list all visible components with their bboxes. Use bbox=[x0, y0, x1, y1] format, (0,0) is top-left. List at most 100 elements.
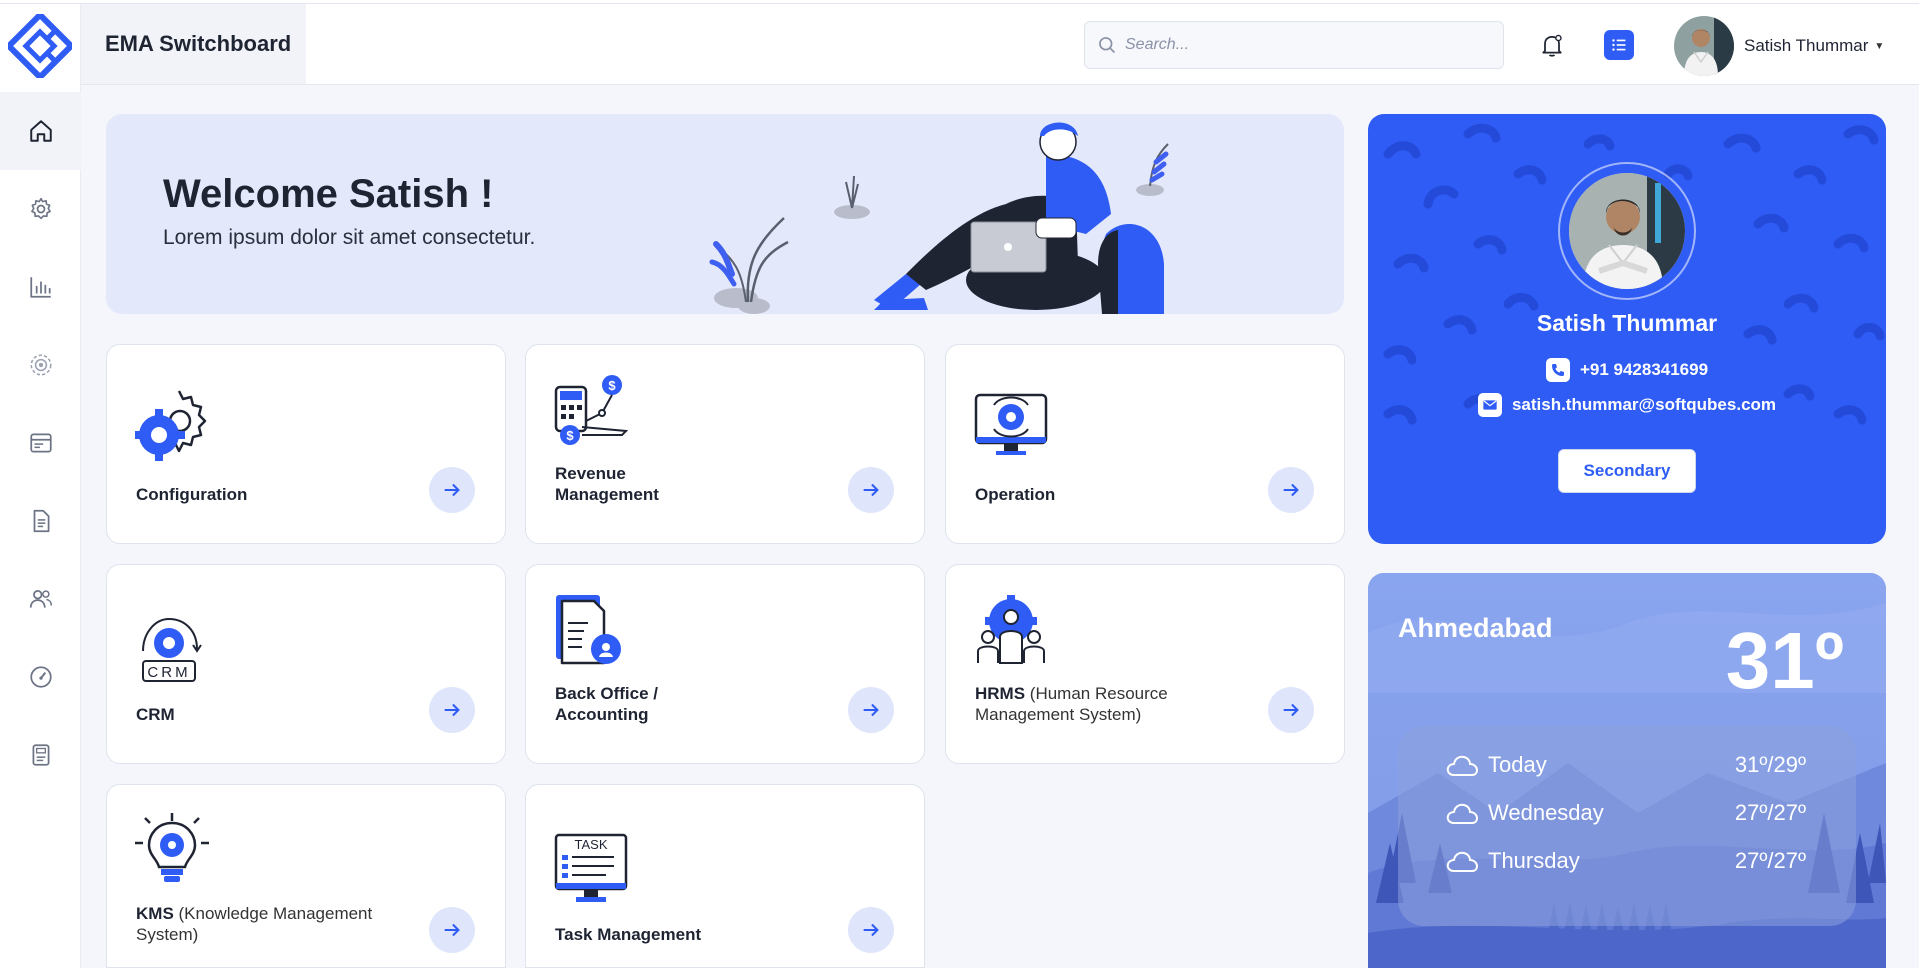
sidebar-item-target[interactable] bbox=[0, 326, 81, 404]
profile-phone[interactable]: +91 9428341699 bbox=[1368, 358, 1886, 382]
card-title: KMS bbox=[136, 904, 174, 923]
monitor-gear-icon bbox=[974, 393, 1048, 455]
open-revenue-management-button[interactable] bbox=[848, 467, 894, 513]
profile-phone-text: +91 9428341699 bbox=[1579, 360, 1709, 379]
module-card-kms[interactable]: KMS (Knowledge Management System) bbox=[106, 784, 506, 968]
welcome-banner: Welcome Satish ! Lorem ipsum dolor sit a… bbox=[106, 114, 1344, 314]
sidebar-item-analytics[interactable] bbox=[0, 248, 81, 326]
cloud-icon bbox=[1446, 803, 1479, 824]
speedometer-icon bbox=[29, 666, 52, 688]
card-title: Configuration bbox=[136, 485, 248, 504]
arrow-right-icon bbox=[863, 483, 879, 497]
menu-list-button[interactable] bbox=[1604, 30, 1634, 60]
sidebar-item-users[interactable] bbox=[0, 560, 81, 638]
card-label: Task Management bbox=[555, 924, 805, 945]
bar-chart-icon bbox=[29, 277, 51, 298]
open-operation-button[interactable] bbox=[1268, 467, 1314, 513]
cloud-icon bbox=[1446, 851, 1479, 872]
module-card-task-management[interactable]: TASK Task Management bbox=[525, 784, 925, 968]
open-kms-button[interactable] bbox=[429, 907, 475, 953]
module-card-hrms[interactable]: HRMS (Human Resource Management System) bbox=[945, 564, 1345, 764]
weather-card: Ahmedabad 31º Today 31º/29º Wednesday 27… bbox=[1368, 573, 1886, 968]
users-icon bbox=[29, 590, 52, 608]
profile-avatar-ring bbox=[1558, 162, 1696, 300]
sidebar bbox=[0, 4, 81, 968]
card-label: Operation bbox=[975, 484, 1225, 505]
welcome-title: Welcome Satish ! bbox=[163, 172, 494, 216]
profile-email[interactable]: satish.thummar@softqubes.com bbox=[1368, 393, 1886, 417]
sidebar-item-document[interactable] bbox=[0, 482, 81, 560]
card-label: CRM bbox=[136, 704, 386, 725]
calculator-dollar-icon: $ $ bbox=[554, 375, 628, 445]
gear-icon bbox=[30, 197, 51, 220]
forecast-day: Thursday bbox=[1488, 848, 1580, 873]
gears-icon bbox=[135, 390, 207, 461]
forecast-row: Thursday 27º/27º bbox=[1446, 848, 1806, 874]
open-hrms-button[interactable] bbox=[1268, 687, 1314, 733]
search-input[interactable] bbox=[1125, 36, 1485, 54]
weather-temperature: 31º bbox=[1725, 616, 1844, 705]
open-back-office-button[interactable] bbox=[848, 687, 894, 733]
app-logo[interactable] bbox=[4, 10, 76, 82]
cloud-icon bbox=[1446, 755, 1479, 776]
user-menu[interactable]: Satish Thummar ▼ bbox=[1674, 16, 1884, 76]
card-label: Back Office / Accounting bbox=[555, 683, 805, 725]
card-label: Configuration bbox=[136, 484, 386, 505]
svg-text:TASK: TASK bbox=[575, 837, 608, 852]
user-avatar bbox=[1674, 16, 1734, 76]
card-title: Operation bbox=[975, 485, 1056, 504]
phone-icon bbox=[1545, 358, 1570, 382]
sidebar-nav bbox=[0, 92, 81, 794]
open-configuration-button[interactable] bbox=[429, 467, 475, 513]
arrow-right-icon bbox=[1283, 703, 1299, 717]
open-task-management-button[interactable] bbox=[848, 907, 894, 953]
sidebar-item-window[interactable] bbox=[0, 404, 81, 482]
mail-icon bbox=[1477, 393, 1502, 417]
svg-text:$: $ bbox=[608, 378, 616, 393]
module-card-back-office[interactable]: Back Office / Accounting bbox=[525, 564, 925, 764]
sidebar-item-home[interactable] bbox=[0, 92, 81, 170]
profile-avatar bbox=[1569, 173, 1685, 289]
task-monitor-icon: TASK bbox=[554, 833, 628, 902]
card-title: HRMS bbox=[975, 684, 1026, 703]
card-label: HRMS (Human Resource Management System) bbox=[975, 683, 1225, 725]
sidebar-item-report[interactable] bbox=[0, 716, 81, 794]
arrow-right-icon bbox=[444, 703, 460, 717]
search-box[interactable] bbox=[1084, 21, 1504, 69]
weather-forecast-panel: Today 31º/29º Wednesday 27º/27º Thursday… bbox=[1398, 726, 1856, 926]
sidebar-item-settings[interactable] bbox=[0, 170, 81, 248]
report-icon bbox=[32, 744, 49, 766]
forecast-range: 27º/27º bbox=[1734, 848, 1806, 873]
forecast-day: Today bbox=[1488, 752, 1547, 777]
document-gear-icon bbox=[556, 595, 621, 665]
forecast-row: Wednesday 27º/27º bbox=[1446, 800, 1806, 826]
card-title: Back Office / Accounting bbox=[555, 684, 658, 724]
open-crm-button[interactable] bbox=[429, 687, 475, 733]
arrow-right-icon bbox=[444, 483, 460, 497]
module-card-crm[interactable]: CRM CRM bbox=[106, 564, 506, 764]
user-name: Satish Thummar bbox=[1744, 36, 1869, 55]
svg-text:$: $ bbox=[566, 428, 574, 443]
card-title: Revenue Management bbox=[555, 464, 659, 504]
forecast-day: Wednesday bbox=[1488, 800, 1604, 825]
module-card-configuration[interactable]: Configuration bbox=[106, 344, 506, 544]
lightbulb-gear-icon bbox=[135, 813, 209, 882]
bell-icon bbox=[1542, 34, 1562, 57]
secondary-button[interactable]: Secondary bbox=[1558, 449, 1696, 493]
sidebar-item-dashboard[interactable] bbox=[0, 638, 81, 716]
arrow-right-icon bbox=[863, 703, 879, 717]
search-icon bbox=[1099, 37, 1116, 54]
person-with-laptop-illustration bbox=[709, 122, 1169, 314]
home-icon bbox=[29, 120, 52, 142]
document-icon bbox=[33, 509, 49, 533]
notification-button[interactable] bbox=[1538, 31, 1566, 59]
people-gear-icon bbox=[977, 595, 1045, 664]
module-card-revenue-management[interactable]: $ $ Revenue Management bbox=[525, 344, 925, 544]
arrow-right-icon bbox=[444, 923, 460, 937]
list-icon bbox=[1612, 39, 1626, 51]
forecast-range: 31º/29º bbox=[1734, 752, 1806, 777]
module-card-operation[interactable]: Operation bbox=[945, 344, 1345, 544]
arrow-right-icon bbox=[1283, 483, 1299, 497]
svg-text:CRM: CRM bbox=[147, 664, 190, 681]
forecast-row: Today 31º/29º bbox=[1446, 752, 1806, 778]
